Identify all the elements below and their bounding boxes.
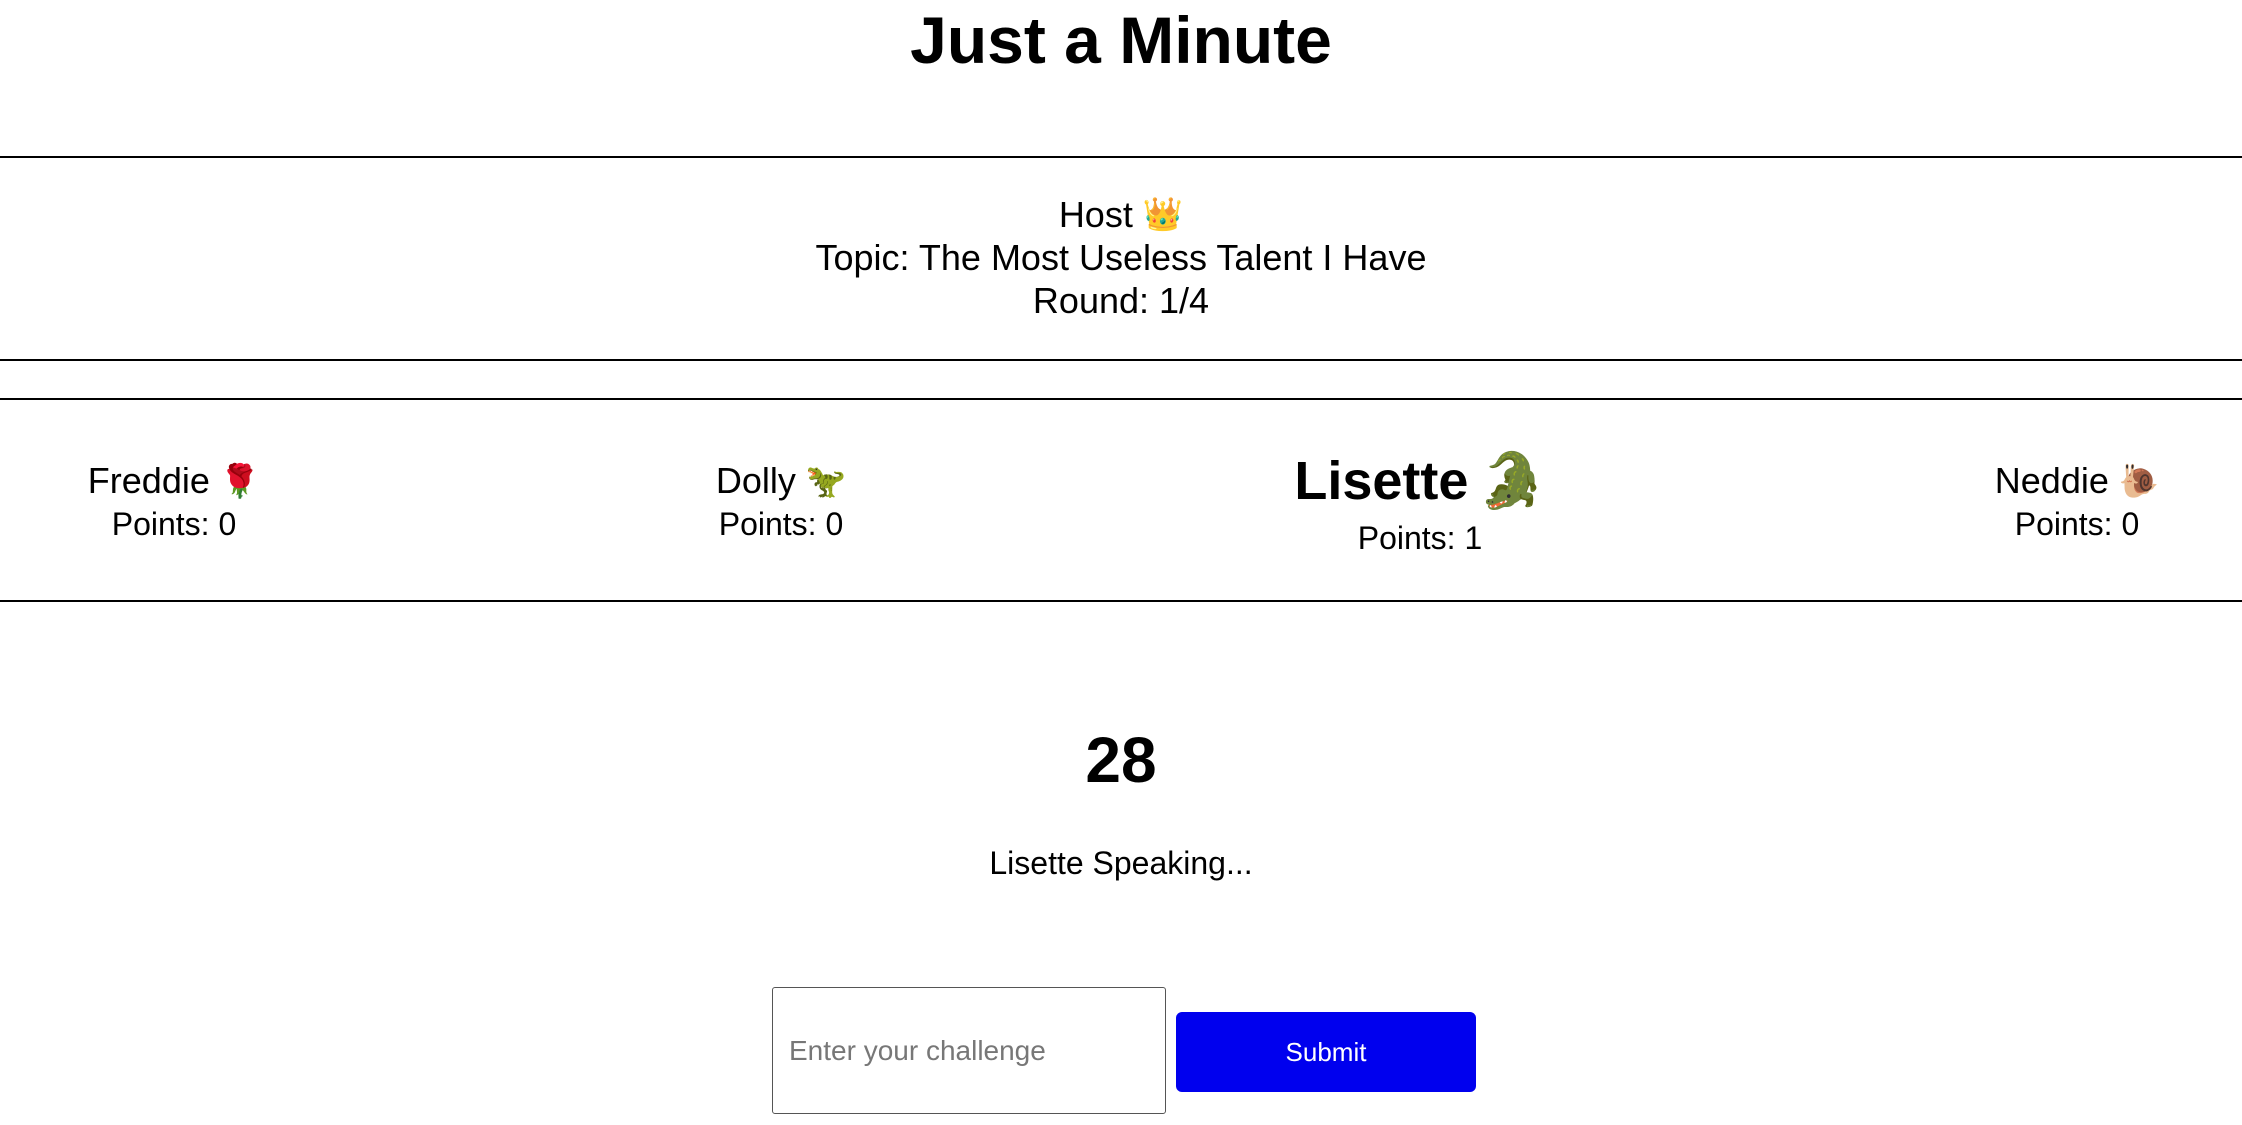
speaker-status: Lisette Speaking... bbox=[989, 845, 1253, 881]
game-page: Just a Minute Host 👑 Topic: The Most Use… bbox=[0, 0, 2242, 1125]
divider bbox=[0, 359, 2242, 361]
player-name: Lisette bbox=[1294, 451, 1469, 511]
host-panel: Host 👑 Topic: The Most Useless Talent I … bbox=[0, 193, 2242, 322]
crown-icon: 👑 bbox=[1142, 196, 1184, 233]
challenge-input[interactable] bbox=[772, 987, 1166, 1114]
divider bbox=[0, 600, 2242, 602]
round-text: Round: 1/4 bbox=[1032, 280, 1210, 321]
rose-icon: 🌹 bbox=[219, 462, 261, 499]
topic-text: Topic: The Most Useless Talent I Have bbox=[815, 237, 1427, 278]
host-line: Host 👑 bbox=[0, 193, 2242, 236]
players-row: Freddie 🌹 Points: 0 Dolly 🦖 Points: 0 Li… bbox=[0, 400, 2242, 600]
page-title: Just a Minute bbox=[910, 3, 1332, 77]
player-card-neddie: Neddie 🐌 Points: 0 bbox=[1995, 458, 2159, 544]
player-card-dolly: Dolly 🦖 Points: 0 bbox=[716, 458, 846, 544]
player-card-freddie: Freddie 🌹 Points: 0 bbox=[88, 458, 260, 544]
host-label: Host bbox=[1058, 194, 1133, 235]
crocodile-icon: 🐊 bbox=[1478, 451, 1546, 511]
dinosaur-icon: 🦖 bbox=[805, 462, 847, 499]
player-name: Neddie bbox=[1994, 460, 2109, 501]
player-points: Points: 0 bbox=[2014, 506, 2140, 542]
countdown-timer: 28 bbox=[1085, 724, 1157, 796]
divider bbox=[0, 156, 2242, 158]
player-name: Dolly bbox=[715, 460, 796, 501]
player-name: Freddie bbox=[87, 460, 210, 501]
submit-button[interactable]: Submit bbox=[1176, 1012, 1476, 1092]
player-card-lisette: Lisette 🐊 Points: 1 bbox=[1294, 448, 1545, 558]
snail-icon: 🐌 bbox=[2118, 462, 2160, 499]
player-points: Points: 0 bbox=[718, 506, 844, 542]
player-points: Points: 0 bbox=[111, 506, 237, 542]
player-points: Points: 1 bbox=[1357, 520, 1483, 556]
